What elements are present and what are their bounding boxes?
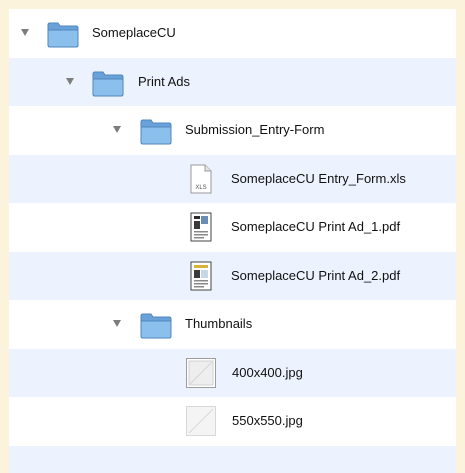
disclosure-triangle-icon[interactable] [21, 29, 29, 37]
tree-row-550x550-jpg[interactable]: 550x550.jpg [9, 397, 456, 446]
tree-row-thumbnails[interactable]: Thumbnails [9, 300, 456, 349]
xls-file-icon: XLS [190, 164, 212, 194]
tree-row-entry-form-xls[interactable]: XLS SomeplaceCU Entry_Form.xls [9, 154, 456, 203]
tree-row-print-ad-2-pdf[interactable]: SomeplaceCU Print Ad_2.pdf [9, 251, 456, 300]
pdf-file-icon [190, 212, 212, 242]
tree-row-400x400-jpg[interactable]: 400x400.jpg [9, 348, 456, 397]
xls-badge: XLS [195, 185, 206, 191]
tree-row-empty [9, 445, 456, 473]
file-label: SomeplaceCU Print Ad_1.pdf [231, 219, 401, 234]
file-label: 550x550.jpg [232, 413, 303, 428]
tree-row-someplacecu[interactable]: SomeplaceCU [9, 9, 456, 58]
folder-label: Submission_Entry-Form [185, 122, 325, 137]
file-label: SomeplaceCU Entry_Form.xls [231, 170, 406, 186]
file-tree: SomeplaceCU Print Ads Submission_Entry-F… [9, 9, 456, 473]
folder-label: SomeplaceCU [92, 25, 176, 40]
folder-icon [139, 311, 173, 339]
folder-label: Print Ads [138, 73, 191, 89]
jpg-thumbnail-icon [186, 406, 216, 437]
disclosure-triangle-icon[interactable] [113, 126, 121, 134]
folder-icon [46, 20, 80, 48]
file-label: 400x400.jpg [232, 364, 303, 380]
disclosure-triangle-icon[interactable] [66, 77, 74, 85]
jpg-thumbnail-icon [186, 357, 216, 388]
file-label: SomeplaceCU Print Ad_2.pdf [231, 267, 401, 283]
pdf-file-icon [190, 261, 212, 291]
tree-row-submission-entry-form[interactable]: Submission_Entry-Form [9, 106, 456, 155]
tree-row-print-ads[interactable]: Print Ads [9, 57, 456, 106]
disclosure-triangle-icon[interactable] [113, 320, 121, 328]
folder-icon [139, 117, 173, 145]
folder-label: Thumbnails [185, 316, 253, 331]
folder-icon [91, 69, 125, 97]
tree-row-print-ad-1-pdf[interactable]: SomeplaceCU Print Ad_1.pdf [9, 203, 456, 252]
